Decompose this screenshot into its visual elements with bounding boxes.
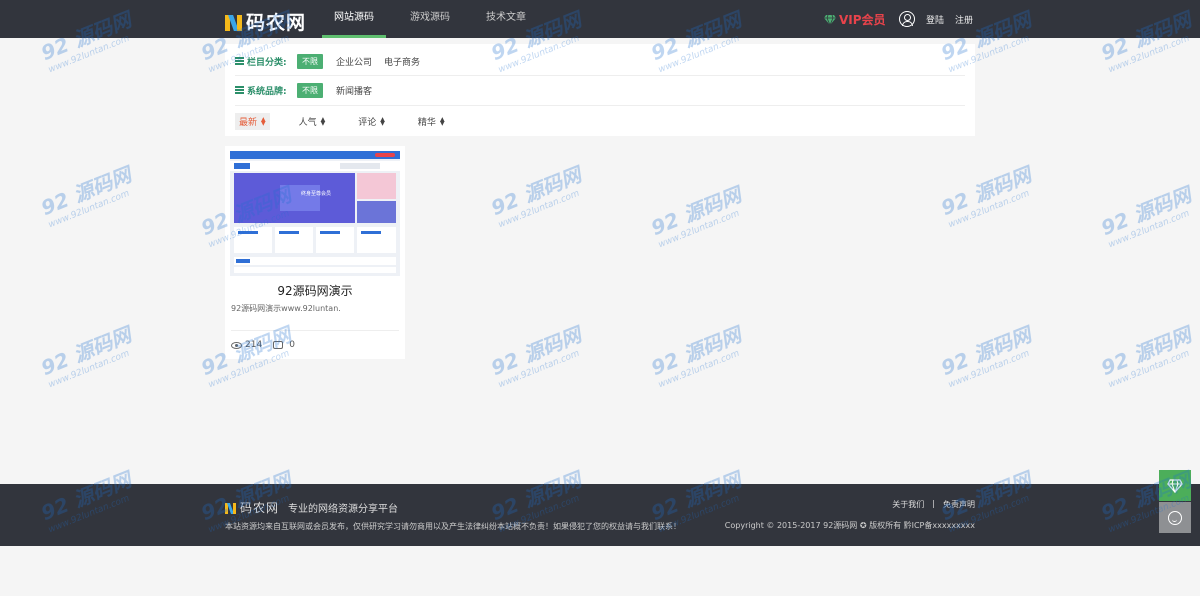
- thumbnail-banner-text: 终身至尊会员: [301, 190, 331, 197]
- logo-text: 码农网: [246, 12, 307, 34]
- resource-title[interactable]: 92源码网演示: [225, 282, 405, 299]
- resource-thumbnail[interactable]: 终身至尊会员: [230, 151, 400, 276]
- filter-panel: 栏目分类: 不限 企业公司 电子商务 系统品牌: 不限 新闻播客 最新 ▲ ▼ 人气…: [225, 44, 975, 136]
- main-nav: 网站源码 游戏源码 技术文章: [322, 0, 550, 38]
- watermark: 92 源码网 www.92luntan.com: [937, 162, 1035, 231]
- watermark: 92 源码网 www.92luntan.com: [1097, 182, 1195, 251]
- watermark: 92 源码网 www.92luntan.com: [487, 162, 585, 231]
- vip-label: VIP会员: [839, 13, 886, 27]
- watermark: 92 源码网 www.92luntan.com: [1097, 322, 1195, 391]
- footer-logo-text: 码农网: [240, 501, 280, 515]
- category-filter-all[interactable]: 不限: [297, 53, 323, 69]
- nav-item-website-source[interactable]: 网站源码: [322, 0, 386, 38]
- watermark: 92 源码网 www.92luntan.com: [937, 322, 1035, 391]
- category-filter-label: 栏目分类:: [247, 57, 287, 68]
- footer-links: 关于我们 | 免责声明: [892, 499, 975, 510]
- view-count: 214: [245, 340, 263, 350]
- side-chat-button[interactable]: [1159, 502, 1191, 533]
- list-icon: [235, 86, 244, 94]
- resource-card[interactable]: 终身至尊会员 92源码网演示 92源码网演示www.92luntan. 214 …: [225, 146, 405, 359]
- sort-arrows-icon: ▲ ▼: [261, 115, 266, 127]
- site-logo[interactable]: 码农网: [225, 8, 306, 35]
- card-divider: [231, 330, 399, 331]
- footer-slogan: 专业的网络资源分享平台: [288, 504, 398, 515]
- category-filter-option[interactable]: 企业公司: [336, 55, 372, 68]
- filter-divider: [235, 75, 965, 76]
- logo-mark-icon: [225, 502, 237, 514]
- footer-link-separator: |: [932, 499, 935, 508]
- sort-arrows-icon: ▲ ▼: [320, 115, 326, 127]
- brand-filter-all[interactable]: 不限: [297, 82, 323, 98]
- logo-mark-icon: [225, 13, 243, 31]
- sort-latest[interactable]: 最新 ▲ ▼: [235, 113, 270, 130]
- resource-description: 92源码网演示www.92luntan.: [231, 304, 341, 313]
- watermark: 92 源码网 www.92luntan.com: [37, 322, 135, 391]
- comment-icon: [273, 341, 284, 349]
- filter-divider: [235, 105, 965, 106]
- site-footer: 码农网 专业的网络资源分享平台 本站资源均来自互联网或会员发布，仅供研究学习请勿…: [0, 484, 1200, 546]
- chat-icon: [1168, 510, 1182, 525]
- about-us-link[interactable]: 关于我们: [892, 499, 924, 510]
- category-filter-row: 栏目分类: 不限 企业公司 电子商务: [235, 53, 432, 69]
- sort-comments[interactable]: 评论 ▲ ▼: [354, 113, 389, 130]
- comment-count: 0: [289, 340, 295, 350]
- footer-disclaimer: 本站资源均来自互联网或会员发布，仅供研究学习请勿商用以及产生法律纠纷本站概不负责…: [225, 522, 681, 531]
- watermark: 92 源码网 www.92luntan.com: [647, 182, 745, 251]
- side-vip-button[interactable]: [1159, 470, 1191, 501]
- brand-filter-row: 系统品牌: 不限 新闻播客: [235, 82, 384, 98]
- disclaimer-link[interactable]: 免责声明: [943, 499, 975, 510]
- resource-stats: 214 0: [231, 340, 295, 350]
- footer-copyright: Copyright © 2015-2017 92源码网 ✪ 版权所有 黔ICP备…: [724, 521, 975, 530]
- brand-filter-label: 系统品牌:: [247, 86, 287, 97]
- top-navbar: 码农网 网站源码 游戏源码 技术文章 VIP会员 登陆 注册: [0, 0, 1200, 38]
- sort-arrows-icon: ▲ ▼: [439, 115, 445, 127]
- watermark: 92 源码网 www.92luntan.com: [37, 162, 135, 231]
- vip-member-link[interactable]: VIP会员: [824, 11, 886, 28]
- diamond-icon: [824, 14, 836, 25]
- eye-icon: [231, 341, 242, 349]
- brand-filter-option[interactable]: 新闻播客: [336, 84, 372, 97]
- register-link[interactable]: 注册: [955, 13, 973, 26]
- login-link[interactable]: 登陆: [926, 13, 944, 26]
- watermark: 92 源码网 www.92luntan.com: [487, 322, 585, 391]
- sort-featured[interactable]: 精华 ▲ ▼: [414, 113, 449, 130]
- list-icon: [235, 57, 244, 65]
- category-filter-option[interactable]: 电子商务: [384, 55, 420, 68]
- sort-popular[interactable]: 人气 ▲ ▼: [295, 113, 330, 130]
- footer-logo[interactable]: 码农网: [225, 499, 279, 516]
- nav-item-game-source[interactable]: 游戏源码: [398, 0, 462, 38]
- user-area: 登陆 注册: [899, 11, 973, 27]
- sort-arrows-icon: ▲ ▼: [380, 115, 385, 127]
- user-avatar-icon[interactable]: [899, 11, 915, 27]
- watermark: 92 源码网 www.92luntan.com: [647, 322, 745, 391]
- nav-item-tech-articles[interactable]: 技术文章: [474, 0, 538, 38]
- thumbnail-preview-image: 终身至尊会员: [230, 151, 400, 276]
- diamond-icon: [1167, 478, 1183, 493]
- sort-bar: 最新 ▲ ▼ 人气 ▲ ▼ 评论 ▲ ▼ 精华 ▲ ▼: [235, 113, 474, 130]
